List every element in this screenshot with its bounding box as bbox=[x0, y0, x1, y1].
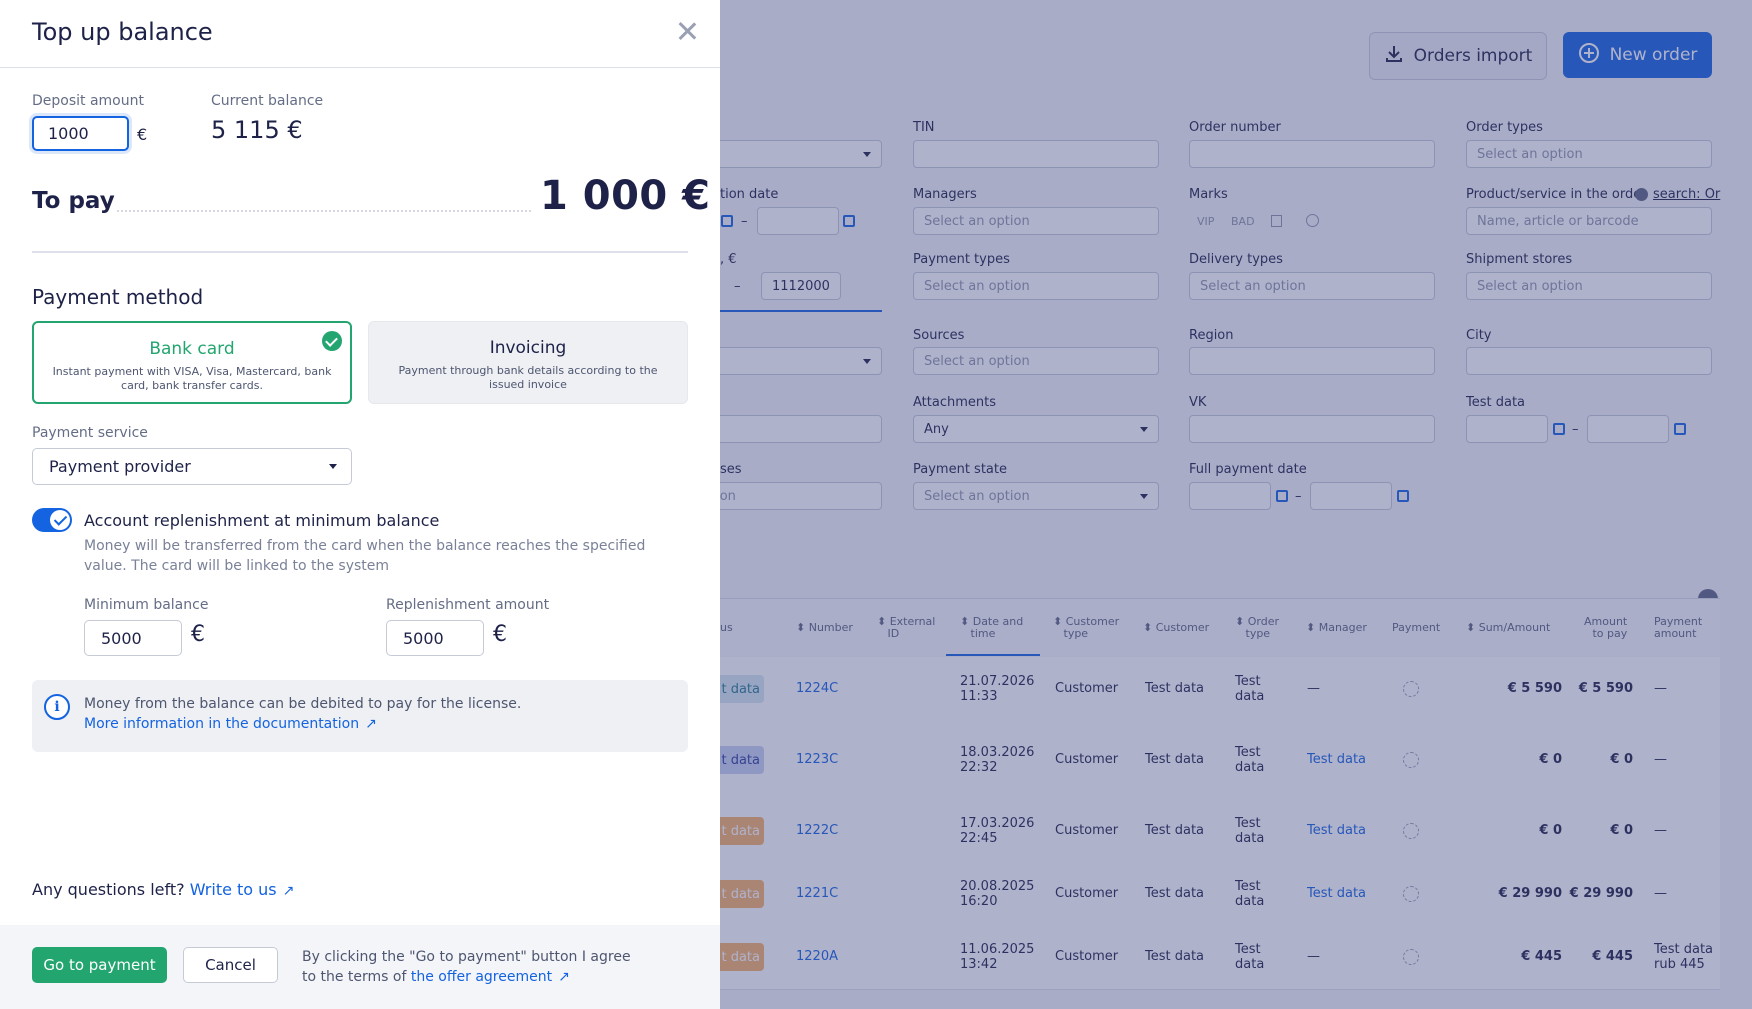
to-pay-label: To pay bbox=[32, 188, 115, 214]
bank-card-desc: Instant payment with VISA, Visa, Masterc… bbox=[52, 365, 332, 392]
auto-replenish-desc: Money will be transferred from the card … bbox=[84, 538, 646, 574]
replenish-amount-input[interactable] bbox=[386, 620, 484, 656]
close-icon[interactable] bbox=[676, 20, 698, 42]
info-box: i Money from the balance can be debited … bbox=[32, 680, 688, 752]
external-link-icon: ↗ bbox=[365, 716, 377, 732]
divider bbox=[0, 67, 720, 68]
payment-method-bank-card[interactable]: Bank card Instant payment with VISA, Vis… bbox=[32, 321, 352, 404]
auto-replenish-toggle[interactable] bbox=[32, 508, 72, 532]
documentation-link[interactable]: More information in the documentation ↗ bbox=[84, 716, 377, 732]
external-link-icon: ↗ bbox=[558, 969, 570, 985]
info-text: Money from the balance can be debited to… bbox=[84, 696, 522, 712]
bank-card-title: Bank card bbox=[149, 339, 235, 359]
external-link-icon: ↗ bbox=[282, 883, 295, 899]
info-icon: i bbox=[44, 694, 70, 720]
payment-service-value: Payment provider bbox=[49, 457, 191, 476]
questions-line: Any questions left? Write to us ↗ bbox=[32, 880, 294, 899]
modal-title: Top up balance bbox=[32, 18, 213, 46]
invoicing-desc: Payment through bank details according t… bbox=[398, 364, 658, 391]
deposit-amount-input[interactable] bbox=[32, 116, 129, 151]
current-balance-value: 5 115 € bbox=[211, 116, 303, 144]
current-balance-label: Current balance bbox=[211, 93, 324, 109]
payment-service-select[interactable]: Payment provider bbox=[32, 448, 352, 485]
divider bbox=[32, 251, 688, 253]
min-balance-label: Minimum balance bbox=[84, 597, 209, 613]
questions-text: Any questions left? bbox=[32, 880, 185, 899]
cancel-button[interactable]: Cancel bbox=[183, 947, 278, 983]
go-to-payment-button[interactable]: Go to payment bbox=[32, 947, 167, 983]
payment-method-invoicing[interactable]: Invoicing Payment through bank details a… bbox=[368, 321, 688, 404]
dotted-leader bbox=[117, 210, 531, 212]
replenish-amount-label: Replenishment amount bbox=[386, 597, 550, 613]
to-pay-amount: 1 000 € bbox=[540, 173, 711, 219]
check-icon bbox=[50, 510, 70, 530]
min-balance-input[interactable] bbox=[84, 620, 182, 656]
replenish-amount-currency: € bbox=[493, 622, 507, 647]
offer-agreement-link[interactable]: the offer agreement ↗ bbox=[411, 969, 570, 985]
top-up-balance-modal: Top up balance Deposit amount € Current … bbox=[0, 0, 720, 1009]
agreement-text: By clicking the "Go to payment" button I… bbox=[302, 949, 631, 985]
payment-service-label: Payment service bbox=[32, 425, 148, 441]
min-balance-currency: € bbox=[191, 622, 205, 647]
payment-method-title: Payment method bbox=[32, 285, 204, 309]
auto-replenish-label: Account replenishment at minimum balance bbox=[84, 511, 440, 530]
chevron-down-icon bbox=[329, 464, 337, 469]
deposit-amount-label: Deposit amount bbox=[32, 93, 144, 109]
invoicing-title: Invoicing bbox=[489, 338, 567, 358]
modal-footer: Go to payment Cancel By clicking the "Go… bbox=[0, 925, 720, 1009]
deposit-currency: € bbox=[137, 125, 148, 144]
write-to-us-link[interactable]: Write to us ↗ bbox=[190, 880, 295, 899]
check-icon bbox=[322, 331, 342, 351]
